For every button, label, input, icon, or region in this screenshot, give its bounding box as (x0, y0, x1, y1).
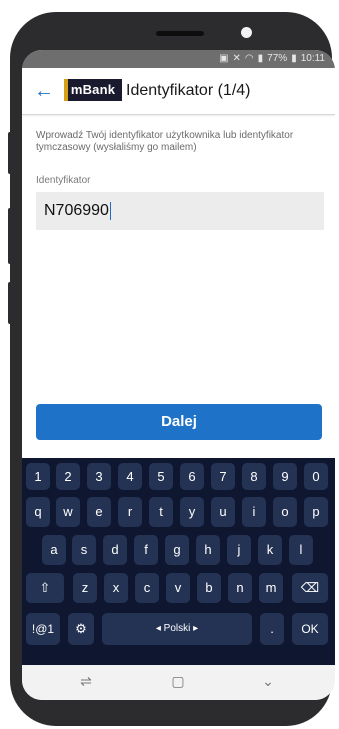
continue-button[interactable]: Dalej (36, 404, 322, 440)
key-b[interactable]: b (197, 573, 221, 603)
key-e[interactable]: e (87, 497, 111, 527)
shift-icon: ⇧ (39, 580, 51, 595)
key-z[interactable]: z (73, 573, 97, 603)
symbols-key[interactable]: !@1 (26, 613, 60, 645)
key-a[interactable]: a (42, 535, 66, 565)
key-7[interactable]: 7 (211, 463, 235, 490)
back-button[interactable]: ← (34, 80, 56, 102)
battery-icon: ▮ (291, 53, 297, 64)
recent-apps-icon[interactable]: ⇌ (78, 673, 94, 689)
identifier-value: N706990 (44, 202, 109, 219)
text-caret (109, 201, 111, 220)
navigation-bar: ⇌ ▢ ⌄ (22, 665, 335, 700)
clock: 10:11 (300, 53, 325, 64)
settings-key[interactable]: ⚙ (68, 613, 94, 645)
key-8[interactable]: 8 (242, 463, 266, 490)
ok-key[interactable]: OK (292, 613, 328, 645)
backspace-icon: ⌫ (300, 580, 320, 595)
shift-key[interactable]: ⇧ (26, 573, 64, 603)
key-o[interactable]: o (273, 497, 297, 527)
arrow-left-icon: ← (34, 80, 54, 102)
key-j[interactable]: j (227, 535, 251, 565)
key-6[interactable]: 6 (180, 463, 204, 490)
speaker-grille (156, 31, 204, 36)
mbank-logo: mBank (64, 79, 122, 101)
front-camera (241, 27, 252, 38)
key-4[interactable]: 4 (118, 463, 142, 490)
key-q[interactable]: q (26, 497, 50, 527)
space-key[interactable]: ◂ Polski ▸ (102, 613, 252, 645)
key-d[interactable]: d (103, 535, 127, 565)
key-h[interactable]: h (196, 535, 220, 565)
keyboard: 1 2 3 4 5 6 7 8 9 0 q w e r t y u i o p … (22, 458, 335, 665)
logo-accent (64, 79, 68, 101)
gear-icon: ⚙ (75, 621, 87, 636)
signal-icon: ▮ (257, 53, 264, 64)
identifier-label: Identyfikator (36, 175, 91, 186)
key-5[interactable]: 5 (149, 463, 173, 490)
key-y[interactable]: y (180, 497, 204, 527)
wifi-icon: ◠ (244, 53, 254, 64)
back-nav-icon[interactable]: ⌄ (260, 673, 276, 689)
key-g[interactable]: g (165, 535, 189, 565)
key-1[interactable]: 1 (26, 463, 50, 490)
key-f[interactable]: f (134, 535, 158, 565)
key-t[interactable]: t (149, 497, 173, 527)
key-s[interactable]: s (72, 535, 96, 565)
mute-icon: ✕ (232, 53, 241, 64)
key-r[interactable]: r (118, 497, 142, 527)
key-p[interactable]: p (304, 497, 328, 527)
app-bar: ← mBank Identyfikator (1/4) (22, 68, 335, 115)
period-key[interactable]: . (260, 613, 284, 645)
key-n[interactable]: n (228, 573, 252, 603)
key-u[interactable]: u (211, 497, 235, 527)
key-l[interactable]: l (289, 535, 313, 565)
form-description: Wprowadź Twój identyfikator użytkownika … (36, 130, 294, 153)
key-x[interactable]: x (104, 573, 128, 603)
key-i[interactable]: i (242, 497, 266, 527)
key-3[interactable]: 3 (87, 463, 111, 490)
home-icon[interactable]: ▢ (170, 673, 186, 689)
identifier-input[interactable]: N706990 (36, 192, 324, 230)
key-0[interactable]: 0 (304, 463, 328, 490)
page-title: Identyfikator (1/4) (126, 82, 251, 99)
key-9[interactable]: 9 (273, 463, 297, 490)
key-k[interactable]: k (258, 535, 282, 565)
key-m[interactable]: m (259, 573, 283, 603)
key-w[interactable]: w (56, 497, 80, 527)
status-bar: ▣ ✕ ◠ ▮ 77% ▮ 10:11 (22, 50, 335, 68)
app-screen: ▣ ✕ ◠ ▮ 77% ▮ 10:11 ← mBank Identyfikato… (22, 50, 335, 700)
key-v[interactable]: v (166, 573, 190, 603)
key-2[interactable]: 2 (56, 463, 80, 490)
key-c[interactable]: c (135, 573, 159, 603)
notification-icon: ▣ (219, 53, 229, 64)
battery-percent: 77% (267, 53, 288, 64)
backspace-key[interactable]: ⌫ (292, 573, 328, 603)
